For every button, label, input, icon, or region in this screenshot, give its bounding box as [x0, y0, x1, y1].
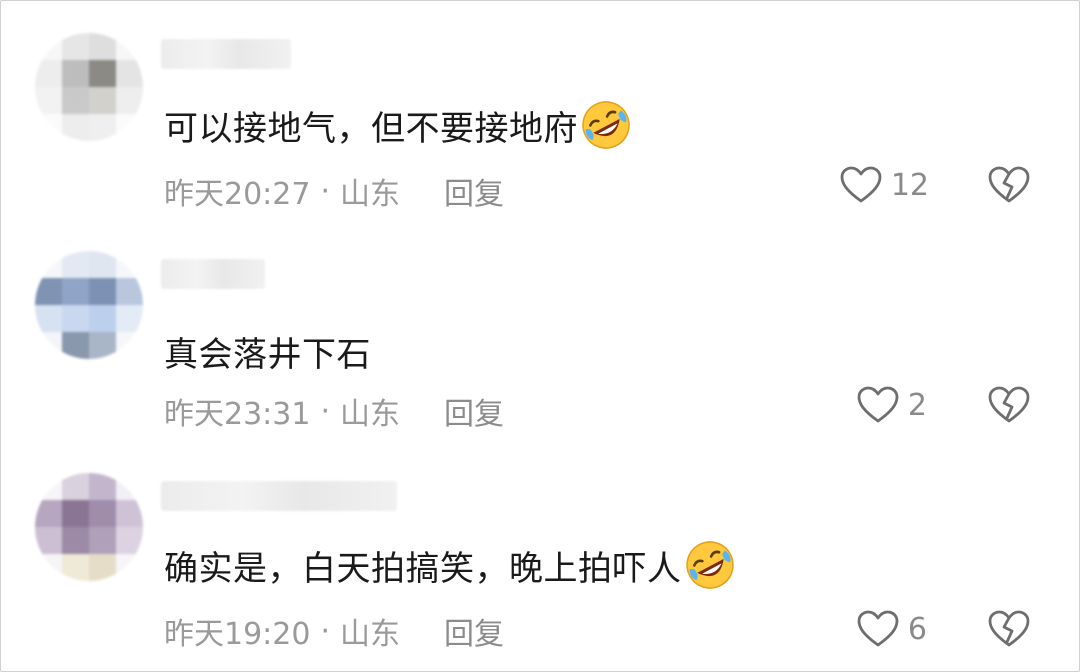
broken-heart-icon[interactable]: [987, 609, 1031, 649]
comment-text-content: 可以接地气，但不要接地府: [164, 108, 578, 149]
comment-time: 昨天23:31: [164, 397, 311, 432]
reply-button[interactable]: 回复: [444, 169, 504, 213]
comment-meta: 昨天20:27 · 山东 回复: [164, 169, 504, 213]
rofl-emoji-icon: [582, 101, 630, 149]
avatar-mosaic-cell: [116, 87, 143, 114]
comment-time: 昨天19:20: [164, 617, 311, 652]
like-button[interactable]: 2: [856, 385, 927, 425]
avatar-mosaic-cell: [116, 473, 143, 500]
avatar-mosaic-cell: [116, 278, 143, 305]
comment-text: 真会落井下石: [164, 327, 371, 376]
heart-outline-icon: [840, 166, 882, 203]
avatar-mosaic-cell: [89, 251, 116, 278]
comment-location: 山东: [340, 617, 401, 652]
avatar-mosaic-cell: [35, 114, 62, 141]
comment-time: 昨天20:27: [164, 177, 311, 212]
like-button[interactable]: 6: [856, 609, 927, 649]
avatar-mosaic-cell: [116, 114, 143, 141]
comment-text: 确实是，白天拍搞笑，晚上拍吓人: [164, 539, 736, 591]
avatar-mosaic-cell: [35, 33, 62, 60]
reply-button[interactable]: 回复: [444, 609, 504, 653]
avatar-mosaic-cell: [89, 332, 116, 359]
avatar[interactable]: [35, 33, 143, 141]
avatar-mosaic-cell: [62, 278, 89, 305]
avatar-mosaic-cell: [35, 87, 62, 114]
avatar-mosaic-cell: [116, 527, 143, 554]
comment-meta: 昨天23:31 · 山东 回复: [164, 389, 504, 433]
avatar-mosaic-cell: [89, 473, 116, 500]
avatar-mosaic-cell: [35, 305, 62, 332]
avatar-mosaic-cell: [62, 332, 89, 359]
heart-outline-icon: [857, 610, 899, 647]
comment-meta: 昨天19:20 · 山东 回复: [164, 609, 504, 653]
avatar-mosaic-cell: [116, 305, 143, 332]
username-blurred[interactable]: [161, 481, 397, 511]
username-blurred[interactable]: [161, 39, 291, 69]
avatar-mosaic-cell: [35, 60, 62, 87]
rofl-emoji-icon: [685, 541, 734, 589]
avatar-mosaic-cell: [116, 60, 143, 87]
avatar-mosaic-cell: [89, 305, 116, 332]
comment-item: 真会落井下石 昨天23:31 · 山东 回复 2: [1, 221, 1079, 443]
like-count: 12: [890, 167, 929, 203]
like-button[interactable]: 12: [839, 165, 929, 205]
avatar-mosaic-cell: [89, 87, 116, 114]
avatar-mosaic-cell: [89, 554, 116, 581]
avatar-mosaic-cell: [62, 473, 89, 500]
avatar-mosaic-cell: [35, 500, 62, 527]
avatar-mosaic-cell: [116, 33, 143, 60]
avatar-mosaic-cell: [62, 87, 89, 114]
avatar-mosaic-cell: [89, 527, 116, 554]
avatar[interactable]: [35, 251, 143, 359]
avatar-mosaic-cell: [62, 33, 89, 60]
avatar-mosaic-cell: [89, 278, 116, 305]
broken-heart-icon[interactable]: [987, 385, 1031, 425]
avatar-mosaic-cell: [116, 251, 143, 278]
avatar-mosaic-cell: [35, 251, 62, 278]
avatar-mosaic-cell: [62, 554, 89, 581]
meta-separator: ·: [320, 613, 331, 649]
comment-location: 山东: [340, 177, 401, 212]
avatar-mosaic-cell: [116, 554, 143, 581]
avatar-mosaic-cell: [35, 278, 62, 305]
comment-text-content: 真会落井下石: [164, 335, 371, 375]
username-blurred[interactable]: [161, 259, 265, 289]
comment-text: 可以接地气，但不要接地府: [164, 99, 632, 151]
heart-outline-icon: [857, 386, 899, 423]
comment-item: 可以接地气，但不要接地府 昨天20:27 · 山东 回复 12: [1, 1, 1079, 223]
avatar-mosaic-cell: [35, 554, 62, 581]
avatar-mosaic-cell: [62, 60, 89, 87]
like-count: 6: [907, 611, 927, 647]
avatar-mosaic-cell: [62, 251, 89, 278]
avatar-mosaic-cell: [89, 500, 116, 527]
comment-item: 确实是，白天拍搞笑，晚上拍吓人 昨天19:20 · 山东 回复 6: [1, 443, 1079, 665]
avatar-mosaic-cell: [35, 527, 62, 554]
comment-location: 山东: [340, 397, 401, 432]
avatar-mosaic-cell: [35, 332, 62, 359]
avatar-mosaic-cell: [62, 114, 89, 141]
meta-separator: ·: [320, 393, 331, 429]
reply-button[interactable]: 回复: [444, 389, 504, 433]
avatar-mosaic-cell: [116, 500, 143, 527]
avatar-mosaic-cell: [62, 527, 89, 554]
like-count: 2: [907, 387, 927, 423]
comment-list: 可以接地气，但不要接地府 昨天20:27 · 山东 回复 12 真会落井下石 昨…: [0, 0, 1080, 672]
avatar-mosaic-cell: [89, 114, 116, 141]
comment-text-content: 确实是，白天拍搞笑，晚上拍吓人: [164, 548, 682, 589]
avatar-mosaic-cell: [89, 60, 116, 87]
avatar-mosaic-cell: [62, 305, 89, 332]
meta-separator: ·: [320, 173, 331, 209]
broken-heart-icon[interactable]: [987, 165, 1031, 205]
avatar-mosaic-cell: [35, 473, 62, 500]
avatar-mosaic-cell: [89, 33, 116, 60]
avatar[interactable]: [35, 473, 143, 581]
avatar-mosaic-cell: [62, 500, 89, 527]
avatar-mosaic-cell: [116, 332, 143, 359]
